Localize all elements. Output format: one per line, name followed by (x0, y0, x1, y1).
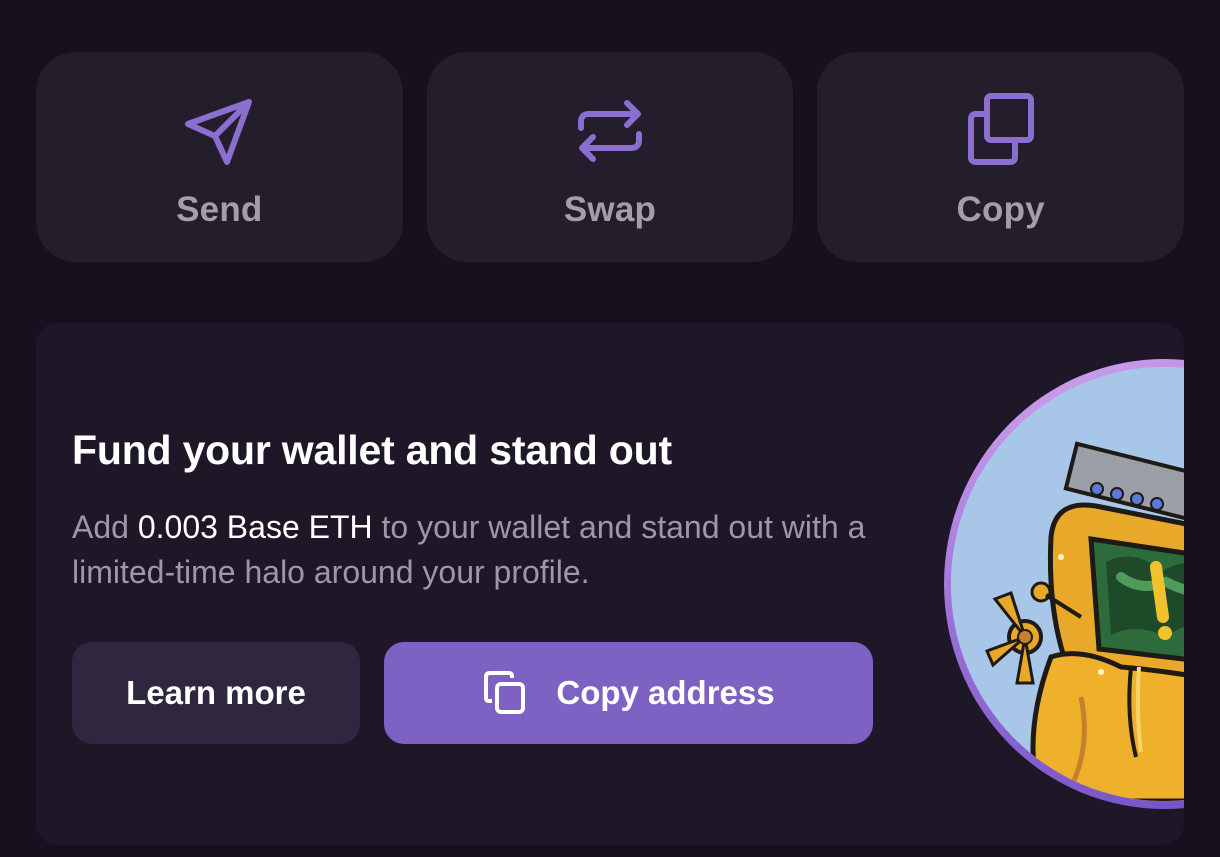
copy-icon (967, 93, 1034, 165)
swap-icon (578, 100, 642, 162)
promo-title: Fund your wallet and stand out (72, 427, 672, 473)
copy-address-label: Copy address (556, 674, 775, 711)
copy-icon (484, 671, 526, 714)
copy-address-button[interactable]: Copy address (384, 642, 873, 744)
swap-label: Swap (563, 190, 657, 229)
fund-wallet-card: Fund your wallet and stand out Add 0.003… (36, 323, 1184, 845)
wallet-screen: Send Swap Copy Fund your wallet and stan… (0, 0, 1220, 857)
quick-actions: Send Swap Copy (36, 52, 1185, 262)
promo-description-start: Add (72, 509, 138, 545)
send-button[interactable]: Send (36, 52, 403, 262)
send-icon (185, 99, 253, 165)
promo-amount: 0.003 Base ETH (137, 509, 373, 545)
send-label: Send (176, 190, 263, 229)
profile-halo-image (944, 359, 1184, 809)
robot-avatar-image (951, 367, 1184, 801)
copy-button[interactable]: Copy (817, 52, 1185, 262)
swap-button[interactable]: Swap (426, 52, 794, 262)
promo-description: Add 0.003 Base ETH to your wallet and st… (72, 505, 912, 595)
copy-label: Copy (956, 190, 1045, 229)
learn-more-button[interactable]: Learn more (72, 642, 360, 744)
